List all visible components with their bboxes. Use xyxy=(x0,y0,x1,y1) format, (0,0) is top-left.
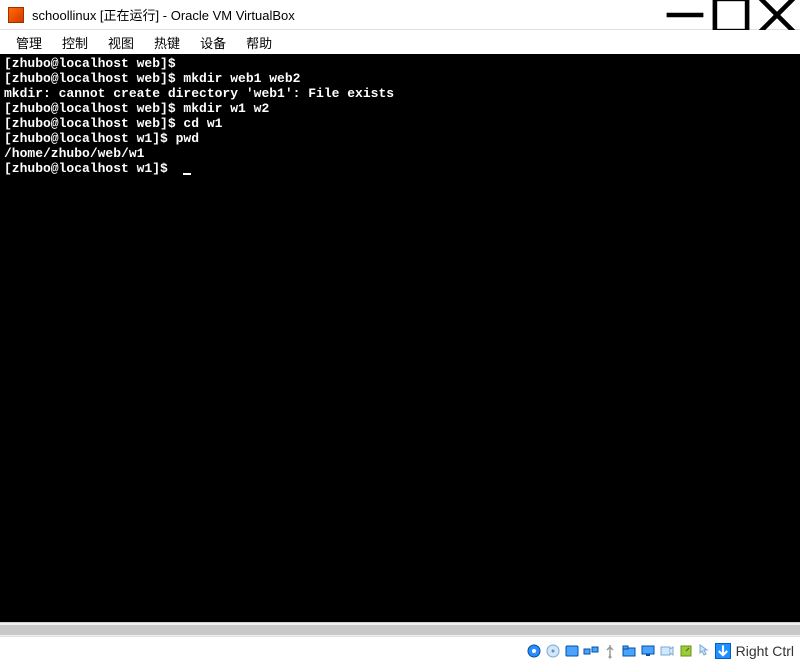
harddisk-icon[interactable] xyxy=(525,642,543,660)
terminal-line: [zhubo@localhost web]$ mkdir web1 web2 xyxy=(4,71,796,86)
hostkey-arrow-icon xyxy=(715,643,731,659)
network-icon[interactable] xyxy=(582,642,600,660)
terminal-line: /home/zhubo/web/w1 xyxy=(4,146,796,161)
window-title: schoollinux [正在运行] - Oracle VM VirtualBo… xyxy=(32,5,662,24)
statusbar: Right Ctrl xyxy=(0,636,800,664)
audio-icon[interactable] xyxy=(563,642,581,660)
horizontal-scrollbar[interactable] xyxy=(0,622,800,636)
menu-hotkeys[interactable]: 热键 xyxy=(144,31,190,54)
window-titlebar: schoollinux [正在运行] - Oracle VM VirtualBo… xyxy=(0,0,800,30)
optical-icon[interactable] xyxy=(544,642,562,660)
terminal-line: [zhubo@localhost web]$ xyxy=(4,56,796,71)
menu-manage[interactable]: 管理 xyxy=(6,31,52,54)
menu-devices[interactable]: 设备 xyxy=(190,31,236,54)
minimize-button[interactable] xyxy=(662,0,708,30)
terminal-line: [zhubo@localhost web]$ cd w1 xyxy=(4,116,796,131)
terminal-viewport[interactable]: [zhubo@localhost web]$ [zhubo@localhost … xyxy=(0,54,800,622)
hostkey-label: Right Ctrl xyxy=(736,643,794,659)
recording-icon[interactable] xyxy=(658,642,676,660)
menubar: 管理 控制 视图 热键 设备 帮助 xyxy=(0,30,800,54)
close-button[interactable] xyxy=(754,0,800,30)
menu-control[interactable]: 控制 xyxy=(52,31,98,54)
shared-folder-icon[interactable] xyxy=(620,642,638,660)
terminal-line: [zhubo@localhost w1]$ xyxy=(4,161,796,176)
terminal-line: [zhubo@localhost w1]$ pwd xyxy=(4,131,796,146)
terminal-cursor xyxy=(183,173,191,175)
menu-help[interactable]: 帮助 xyxy=(236,31,282,54)
cpu-icon[interactable] xyxy=(677,642,695,660)
terminal-line: mkdir: cannot create directory 'web1': F… xyxy=(4,86,796,101)
display-icon[interactable] xyxy=(639,642,657,660)
virtualbox-icon xyxy=(8,7,24,23)
mouse-integration-icon[interactable] xyxy=(696,642,714,660)
terminal-line: [zhubo@localhost web]$ mkdir w1 w2 xyxy=(4,101,796,116)
menu-view[interactable]: 视图 xyxy=(98,31,144,54)
maximize-button[interactable] xyxy=(708,0,754,30)
usb-icon[interactable] xyxy=(601,642,619,660)
scrollbar-thumb[interactable] xyxy=(0,625,800,635)
